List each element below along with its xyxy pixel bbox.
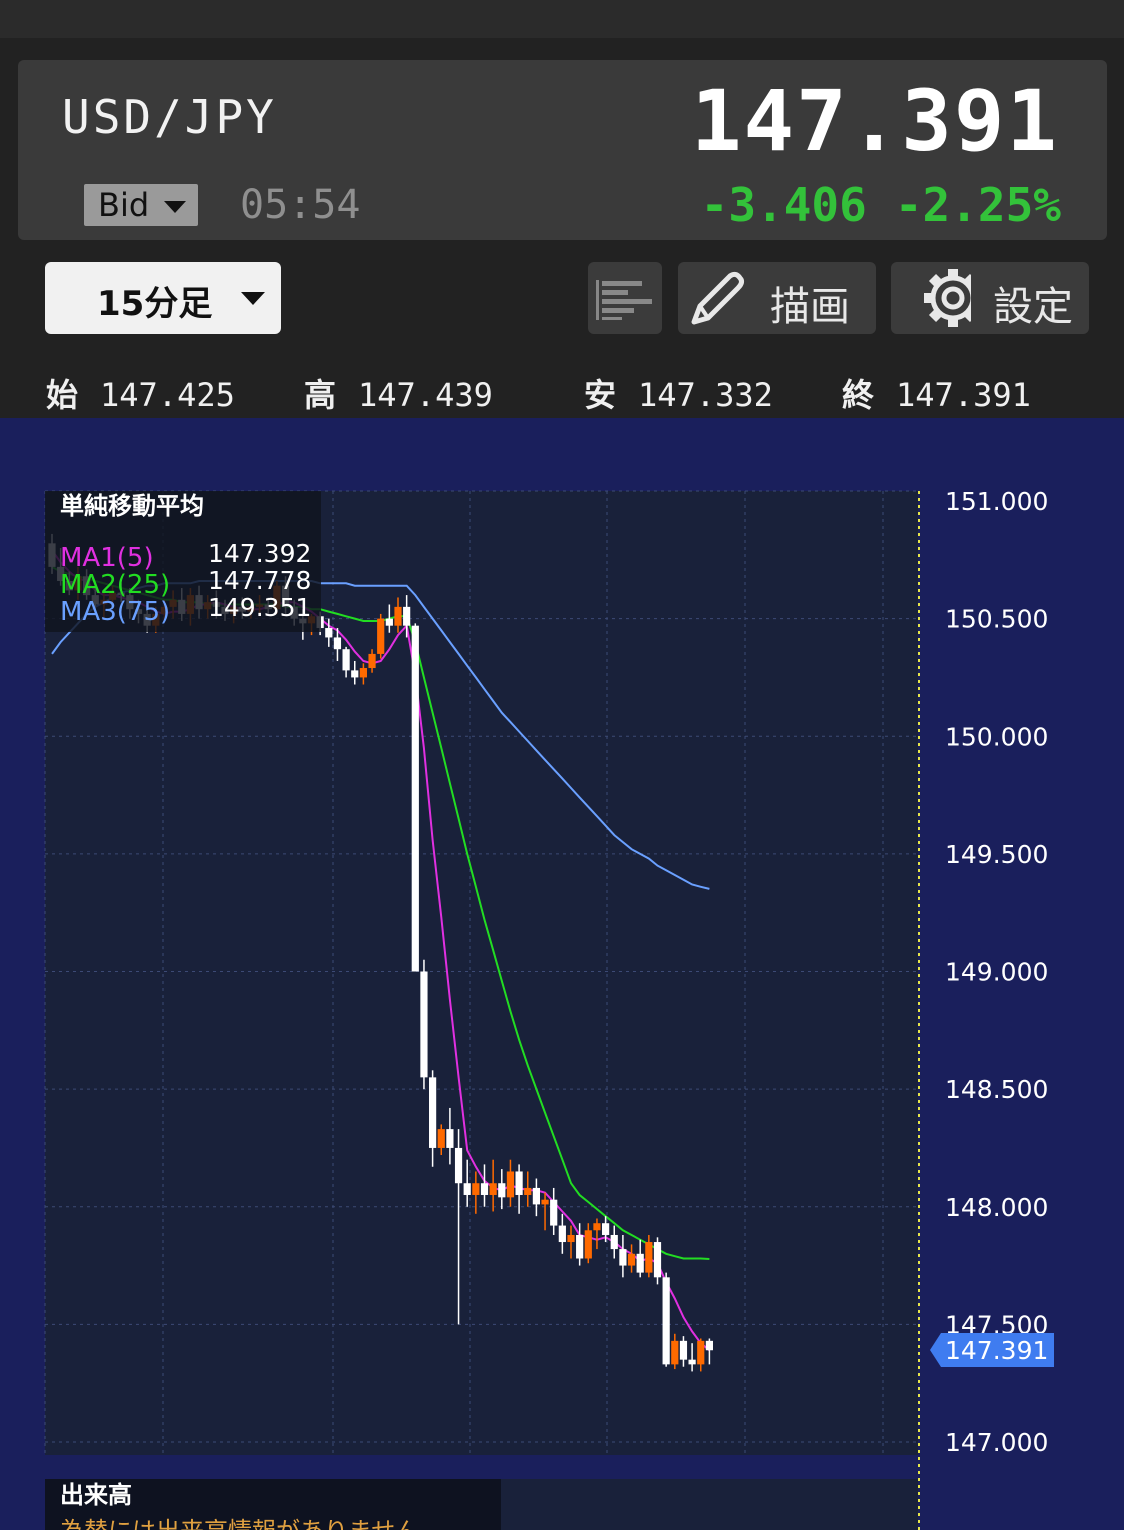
candle-body bbox=[342, 649, 350, 671]
current-price: 147.391 bbox=[690, 72, 1059, 170]
y-tick-label: 148.500 bbox=[945, 1075, 1048, 1104]
candle-body bbox=[705, 1340, 713, 1351]
candle-body bbox=[576, 1234, 584, 1259]
candle-body bbox=[351, 670, 359, 678]
candle-body bbox=[325, 628, 333, 638]
candle-body bbox=[368, 653, 376, 669]
candle-body bbox=[429, 1077, 437, 1148]
ma2-label: MA2(25) bbox=[60, 570, 170, 600]
candle-body bbox=[688, 1359, 696, 1365]
settings-label: 設定 bbox=[993, 284, 1073, 330]
candle-body bbox=[567, 1234, 575, 1243]
list-button[interactable] bbox=[588, 262, 662, 334]
candle-body bbox=[532, 1187, 540, 1205]
volume-title: 出来高 bbox=[60, 1481, 132, 1509]
candle-body bbox=[515, 1171, 523, 1195]
y-tick-label: 148.000 bbox=[945, 1193, 1048, 1222]
candle-body bbox=[411, 625, 419, 972]
pencil-icon bbox=[691, 271, 745, 325]
gear-icon bbox=[924, 269, 971, 327]
candle-body bbox=[437, 1129, 445, 1148]
candle-body bbox=[377, 618, 385, 654]
legend-title: 単純移動平均 bbox=[60, 492, 204, 520]
ma1-label: MA1(5) bbox=[60, 543, 154, 573]
candle-body bbox=[498, 1183, 506, 1198]
y-tick-label: 151.000 bbox=[945, 487, 1048, 516]
ma-legend: 単純移動平均 MA1(5) 147.392 MA2(25) 147.778 MA… bbox=[45, 491, 321, 632]
candlestick-chart[interactable]: 151.000 150.500 150.000 149.500 149.000 148.5… bbox=[0, 418, 1124, 1530]
list-icon bbox=[596, 280, 652, 320]
candle-body bbox=[550, 1199, 558, 1226]
candle-body bbox=[385, 618, 393, 626]
candle-body bbox=[627, 1253, 636, 1266]
candle-body bbox=[420, 971, 428, 1078]
timeframe-dropdown[interactable]: 15分足 bbox=[45, 262, 281, 334]
change-percent: -2.25% bbox=[894, 178, 1061, 232]
candle-body bbox=[662, 1277, 670, 1365]
y-axis-labels: 151.000 150.500 150.000 149.500 149.000 148.5… bbox=[945, 487, 1048, 1457]
quote-time: 05:54 bbox=[240, 182, 361, 228]
candle-body bbox=[524, 1187, 532, 1195]
candle-body bbox=[636, 1253, 644, 1273]
candle-body bbox=[463, 1183, 471, 1195]
dropdown-arrow-icon bbox=[241, 292, 265, 305]
low-value: 安 147.332 bbox=[584, 376, 773, 414]
price-type-dropdown[interactable]: Bid bbox=[84, 184, 198, 226]
currency-pair: USD/JPY bbox=[62, 90, 277, 144]
candle-body bbox=[671, 1340, 679, 1365]
current-price-marker: 147.391 bbox=[930, 1333, 1054, 1368]
volume-panel: 出来高 為替には出来高情報がありません bbox=[45, 1479, 918, 1530]
candle-body bbox=[480, 1183, 489, 1195]
candle-body bbox=[558, 1225, 566, 1243]
change-amount: -3.406 bbox=[700, 178, 867, 232]
candle-body bbox=[610, 1234, 618, 1250]
plot-background bbox=[45, 491, 918, 1455]
draw-button[interactable]: 描画 bbox=[678, 262, 876, 334]
y-tick-label: 149.000 bbox=[945, 958, 1048, 987]
candle-body bbox=[541, 1199, 549, 1205]
candle-body bbox=[506, 1171, 515, 1198]
candle-body bbox=[454, 1147, 463, 1184]
y-tick-label: 150.500 bbox=[945, 605, 1048, 634]
high-value: 高 147.439 bbox=[304, 376, 493, 414]
ma3-label: MA3(75) bbox=[60, 597, 170, 627]
candle-body bbox=[333, 637, 342, 650]
y-tick-label: 147.000 bbox=[945, 1428, 1048, 1457]
candle-body bbox=[602, 1223, 610, 1235]
open-value: 始 147.425 bbox=[46, 376, 235, 414]
candle-body bbox=[472, 1183, 480, 1195]
y-tick-label: 150.000 bbox=[945, 722, 1048, 751]
dropdown-arrow-icon bbox=[164, 201, 186, 213]
close-value: 終 147.391 bbox=[842, 376, 1031, 414]
candle-body bbox=[619, 1249, 627, 1266]
candle-body bbox=[359, 668, 367, 678]
candle-body bbox=[697, 1340, 705, 1365]
ma3-value: 149.351 bbox=[208, 593, 311, 622]
price-change: -3.406 -2.25% bbox=[701, 178, 1061, 232]
volume-message: 為替には出来高情報がありません bbox=[60, 1517, 419, 1530]
candle-body bbox=[593, 1223, 601, 1231]
quote-panel: USD/JPY 147.391 Bid 05:54 -3.406 -2.25% bbox=[18, 60, 1107, 240]
status-strip bbox=[0, 0, 1124, 38]
chart-area[interactable]: 151.000 150.500 150.000 149.500 149.000 148.5… bbox=[0, 418, 1124, 1530]
candle-body bbox=[489, 1183, 497, 1195]
settings-button[interactable]: 設定 bbox=[891, 262, 1089, 334]
ma2-value: 147.778 bbox=[208, 566, 311, 595]
current-price-label: 147.391 bbox=[945, 1336, 1048, 1365]
candle-body bbox=[584, 1230, 592, 1259]
candle-body bbox=[446, 1129, 454, 1148]
y-tick-label: 149.500 bbox=[945, 840, 1048, 869]
candle-body bbox=[679, 1340, 688, 1360]
ma1-value: 147.392 bbox=[208, 539, 311, 568]
candle-body bbox=[645, 1242, 653, 1273]
draw-label: 描画 bbox=[770, 284, 850, 330]
price-type-label: Bid bbox=[98, 186, 150, 224]
candle-body bbox=[653, 1242, 662, 1278]
candle-body bbox=[403, 606, 411, 626]
timeframe-label: 15分足 bbox=[97, 284, 213, 324]
candle-body bbox=[394, 606, 402, 626]
